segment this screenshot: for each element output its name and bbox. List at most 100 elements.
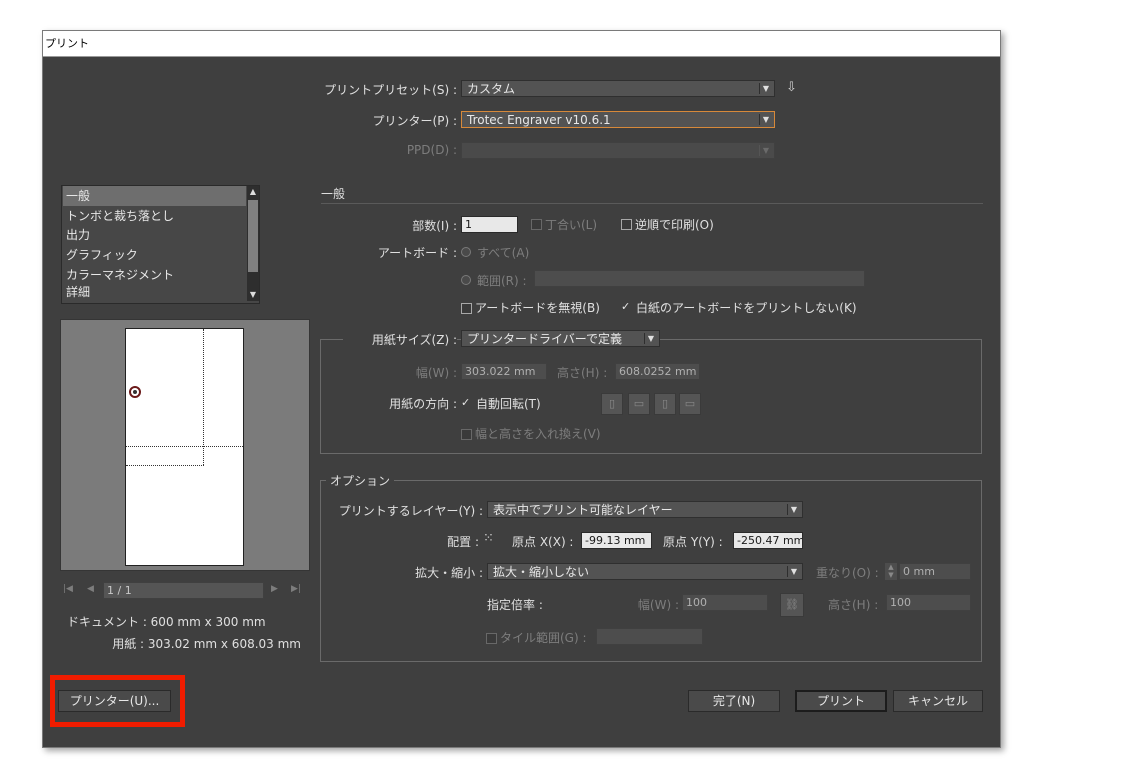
ppd-select: ▼ [461,142,775,159]
tile-range-input[interactable] [596,628,703,645]
paper-size-select[interactable]: プリンタードライバーで定義 ▼ [461,330,660,347]
skip-blank-checkbox[interactable]: ✓ [621,301,630,312]
chevron-down-icon: ▼ [787,504,800,515]
portrait-flipped-icon[interactable]: ▯ [654,393,676,415]
placement-grid-icon[interactable]: ⁙ [483,530,501,548]
scaling-select[interactable]: 拡大・縮小しない ▼ [487,563,803,580]
portrait-icon[interactable]: ▯ [601,393,623,415]
placement-label: 配置 : [447,535,479,549]
scroll-down-icon[interactable]: ▼ [247,289,259,301]
artboard-label: アートボード : [377,246,457,260]
scale-label: 指定倍率 : [487,598,543,612]
preset-value: カスタム [467,82,516,96]
prev-page-icon[interactable]: ◀ [87,584,94,594]
ignore-artboards-checkbox[interactable] [461,303,472,314]
origin-y-label: 原点 Y(Y) : [663,535,723,549]
copies-input[interactable]: 1 [461,216,518,233]
scaling-value: 拡大・縮小しない [493,565,590,579]
paper-height-input[interactable]: 608.0252 mm [615,363,700,380]
window-title: プリント [45,37,89,50]
paper-size-info: 用紙 : 303.02 mm x 608.03 mm [112,637,301,651]
title-bar: プリント [43,31,1000,57]
chevron-down-icon: ▼ [787,566,800,577]
chevron-down-icon: ▼ [759,114,772,125]
scale-width-label: 幅(W) : [637,598,679,612]
orientation-label: 用紙の方向 : [389,397,457,411]
overlap-stepper-icon[interactable]: ▲ ▼ [885,563,897,580]
scale-width-input[interactable]: 100 [682,594,768,611]
general-section-title: 一般 [321,187,346,201]
paper-size-label: 用紙サイズ(Z) : [343,331,457,348]
swap-dimensions-label: 幅と高さを入れ換え(V) [475,427,601,441]
printer-label: プリンター(P) : [372,114,457,128]
preset-label: プリントプリセット(S) : [324,83,457,97]
range-label: 範囲(R) : [477,274,527,288]
range-input[interactable] [534,270,865,287]
printer-select[interactable]: Trotec Engraver v10.6.1 ▼ [461,111,775,128]
print-button[interactable]: プリント [795,690,887,712]
category-list[interactable]: 一般 トンボと裁ち落とし 出力 グラフィック カラーマネジメント 詳細 ▲ ▼ [61,185,260,304]
copies-label: 部数(I) : [412,219,457,233]
artboard-edge [203,329,204,465]
category-item-general[interactable]: 一般 [63,186,246,206]
page-indicator[interactable]: 1 / 1 [103,582,264,599]
reverse-order-checkbox[interactable] [621,219,632,230]
origin-x-input[interactable]: -99.13 mm [581,532,652,549]
origin-y-input[interactable]: -250.47 mm [733,532,803,549]
scroll-thumb[interactable] [248,200,258,272]
category-item-output[interactable]: 出力 [66,225,246,245]
category-item-graphics[interactable]: グラフィック [66,245,246,265]
scale-height-label: 高さ(H) : [828,598,879,612]
scaling-label: 拡大・縮小 : [415,566,483,580]
link-icon[interactable]: ⛓ [780,593,804,617]
auto-rotate-checkbox[interactable]: ✓ [461,397,470,408]
first-page-icon[interactable]: |◀ [63,584,73,594]
auto-rotate-label: 自動回転(T) [476,397,541,411]
artboard-edge [126,465,204,466]
last-page-icon[interactable]: ▶| [291,584,301,594]
skip-blank-label: 白紙のアートボードをプリントしない(K) [636,301,857,315]
scroll-up-icon[interactable]: ▲ [247,186,259,198]
category-item-color-management[interactable]: カラーマネジメント [66,265,246,285]
all-artboards-label: すべて(A) [477,246,530,260]
document-size-info: ドキュメント : 600 mm x 300 mm [67,615,266,629]
preset-select[interactable]: カスタム ▼ [461,80,775,97]
paper-size-value: プリンタードライバーで定義 [467,332,623,346]
next-page-icon[interactable]: ▶ [271,584,278,594]
category-item-advanced[interactable]: 詳細 [66,284,246,301]
print-preview [60,319,310,571]
ignore-artboards-label: アートボードを無視(B) [475,301,600,315]
highlight-box [50,675,185,727]
swap-dimensions-checkbox[interactable] [461,429,472,440]
options-section-title: オプション [326,472,395,489]
paper-width-input[interactable]: 303.022 mm [461,363,547,380]
save-preset-icon[interactable]: ⇩ [786,80,802,96]
tile-range-label: タイル範囲(G) : [500,631,587,645]
landscape-flipped-icon[interactable]: ▭ [679,393,701,415]
landscape-icon[interactable]: ▭ [628,393,650,415]
category-item-marks-bleed[interactable]: トンボと裁ち落とし [66,206,246,226]
tile-range-checkbox[interactable] [486,633,497,644]
layers-select[interactable]: 表示中でプリント可能なレイヤー ▼ [487,501,803,518]
printer-value: Trotec Engraver v10.6.1 [467,113,611,127]
chevron-down-icon: ▼ [759,83,772,94]
paper-width-label: 幅(W) : [415,366,457,380]
chevron-down-icon: ▼ [644,333,657,344]
artwork-seal-icon [129,386,141,398]
scale-height-input[interactable]: 100 [886,594,971,611]
page-tile-edge [126,446,243,447]
all-artboards-radio[interactable] [461,247,471,257]
cancel-button[interactable]: キャンセル [893,690,983,712]
reverse-order-label: 逆順で印刷(O) [635,218,714,232]
print-dialog: プリント プリントプリセット(S) : カスタム ▼ ⇩ プリンター(P) : … [42,30,1001,748]
category-scrollbar[interactable]: ▲ ▼ [247,186,259,301]
preview-paper [125,328,244,566]
section-divider [321,203,983,204]
collate-checkbox[interactable] [531,219,542,230]
chevron-down-icon: ▼ [759,145,772,156]
collate-label: 丁合い(L) [545,218,598,232]
done-button[interactable]: 完了(N) [688,690,780,712]
range-radio[interactable] [461,275,471,285]
layers-value: 表示中でプリント可能なレイヤー [493,503,673,517]
overlap-input[interactable]: 0 mm [899,563,971,580]
